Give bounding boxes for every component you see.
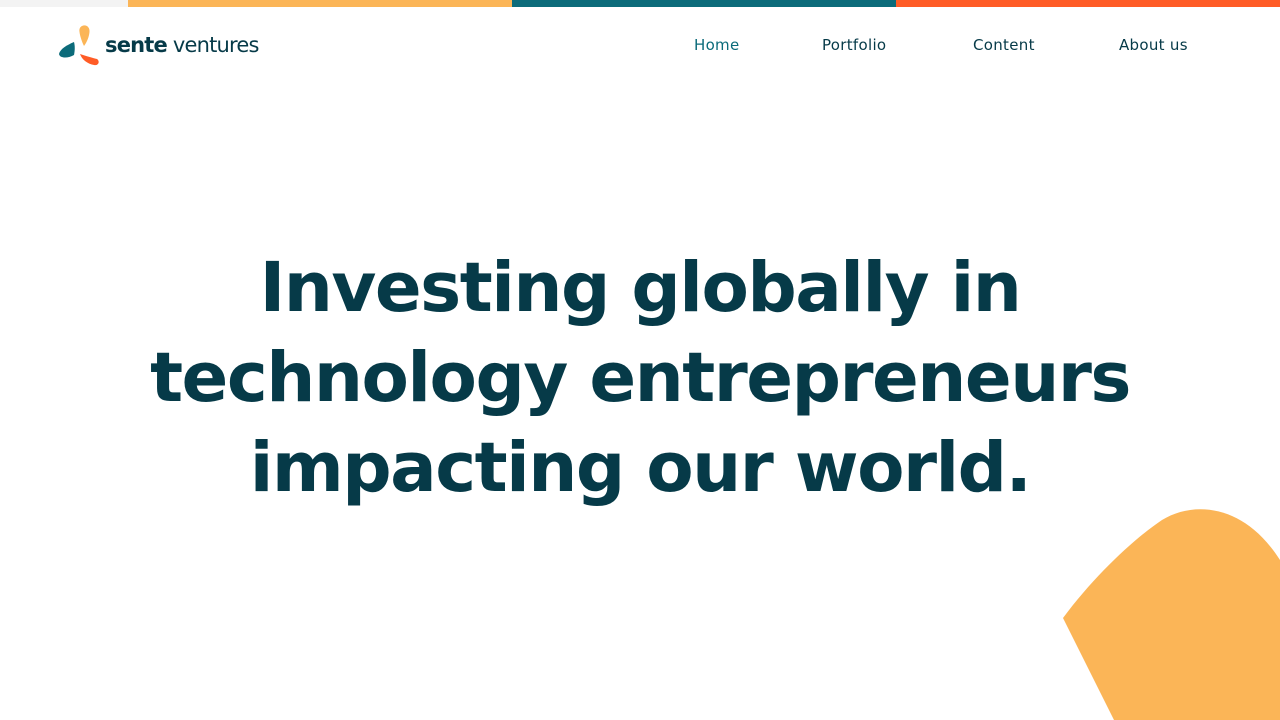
- stripe-segment-orange: [896, 0, 1280, 7]
- main-nav: Home Portfolio Content About us: [0, 36, 1280, 56]
- stripe-segment-teal: [512, 0, 896, 7]
- hero-heading-line-2: technology entrepreneurs: [150, 338, 1131, 418]
- top-color-stripe: [0, 0, 1280, 7]
- blob-shape: [1063, 509, 1280, 720]
- nav-content-link[interactable]: Content: [973, 36, 1035, 54]
- hero-section: Investing globally in technology entrepr…: [0, 243, 1280, 513]
- stripe-segment-yellow: [128, 0, 512, 7]
- hero-heading: Investing globally in technology entrepr…: [0, 243, 1280, 513]
- stripe-segment-light: [0, 0, 128, 7]
- nav-about-us-link[interactable]: About us: [1119, 36, 1188, 54]
- decorative-yellow-blob: [1063, 509, 1280, 720]
- nav-portfolio-link[interactable]: Portfolio: [822, 36, 886, 54]
- hero-heading-line-1: Investing globally in: [259, 248, 1022, 328]
- nav-home-link[interactable]: Home: [694, 36, 740, 54]
- page: sente ventures Home Portfolio Content Ab…: [0, 0, 1280, 720]
